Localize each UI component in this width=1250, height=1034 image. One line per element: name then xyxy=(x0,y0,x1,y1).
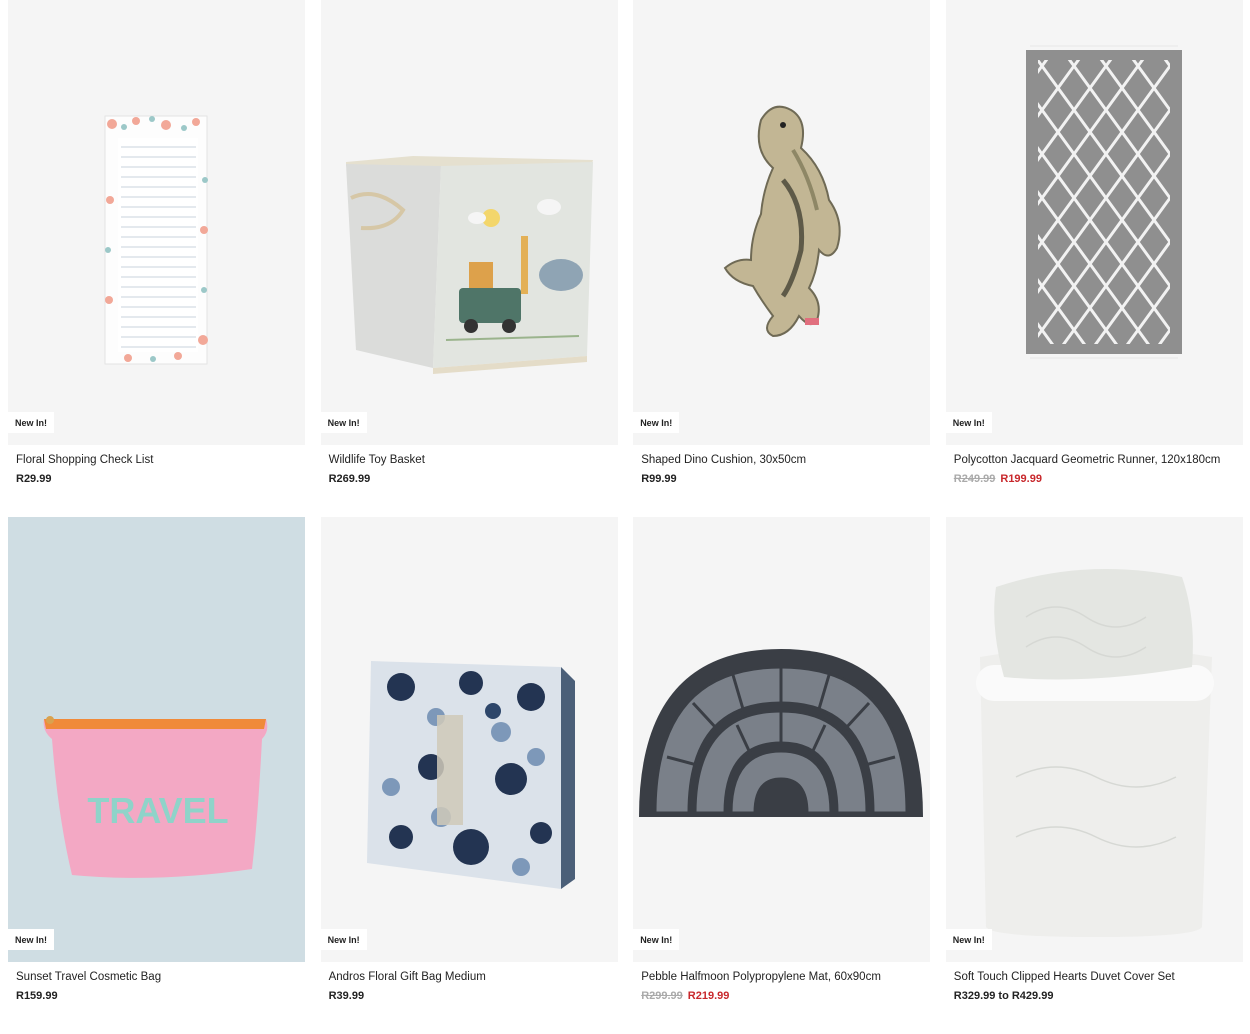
product-name[interactable]: Polycotton Jacquard Geometric Runner, 12… xyxy=(954,454,1235,467)
product-price: R39.99 xyxy=(328,990,365,1002)
product-image-area[interactable]: New In! xyxy=(8,0,305,445)
original-price: R299.99 xyxy=(641,990,683,1002)
duvet-set-image xyxy=(975,569,1214,937)
product-price: R99.99 xyxy=(641,473,677,485)
gift-bag-image xyxy=(366,661,575,889)
halfmoon-mat-image xyxy=(639,649,924,817)
new-in-badge: New In! xyxy=(8,929,55,950)
product-name[interactable]: Soft Touch Clipped Hearts Duvet Cover Se… xyxy=(954,971,1235,984)
product-name[interactable]: Andros Floral Gift Bag Medium xyxy=(329,971,610,984)
new-in-badge: New In! xyxy=(945,412,992,433)
product-card[interactable]: New In! Wildlife Toy Basket R269.99 xyxy=(320,0,618,492)
product-price: R249.99 R199.99 xyxy=(954,473,1235,486)
product-grid: New In! Floral Shopping Check List R29.9… xyxy=(8,0,1243,1009)
dino-cushion-image xyxy=(723,105,841,338)
product-card[interactable]: New In! Shaped Dino Cushion, 30x50cm R99… xyxy=(633,0,931,492)
product-image-area[interactable]: New In! xyxy=(633,0,931,445)
product-image-area[interactable]: New In! xyxy=(945,517,1243,962)
product-image-area[interactable]: New In! xyxy=(320,0,618,445)
new-in-badge: New In! xyxy=(633,929,680,950)
product-image-area[interactable]: New In! xyxy=(320,517,618,962)
original-price: R249.99 xyxy=(953,473,996,485)
product-image-area[interactable]: New In! xyxy=(633,517,931,962)
product-name[interactable]: Pebble Halfmoon Polypropylene Mat, 60x90… xyxy=(641,971,922,984)
product-price: R269.99 xyxy=(328,473,371,485)
product-card[interactable]: New In! Polycotton Jacquard Geometric Ru… xyxy=(945,0,1243,492)
product-card[interactable]: New In! Pebble Halfmoon Polypropylene Ma… xyxy=(633,517,931,1009)
product-card[interactable]: TRAVEL New In! Sunset Travel Cosmetic Ba… xyxy=(8,517,305,1009)
new-in-badge: New In! xyxy=(633,412,680,433)
product-image-area[interactable]: New In! xyxy=(945,0,1243,445)
new-in-badge: New In! xyxy=(320,929,367,950)
travel-print: TRAVEL xyxy=(87,790,228,831)
product-name[interactable]: Sunset Travel Cosmetic Bag xyxy=(16,971,297,984)
product-card[interactable]: New In! Soft Touch Clipped Hearts Duvet … xyxy=(945,517,1243,1009)
cosmetic-bag-image: TRAVEL xyxy=(43,716,268,878)
floral-checklist-image xyxy=(104,115,208,365)
product-name[interactable]: Wildlife Toy Basket xyxy=(329,454,610,467)
new-in-badge: New In! xyxy=(8,412,55,433)
product-card[interactable]: New In! Floral Shopping Check List R29.9… xyxy=(8,0,305,492)
product-card[interactable]: New In! Andros Floral Gift Bag Medium R3… xyxy=(320,517,618,1009)
new-in-badge: New In! xyxy=(945,929,992,950)
product-price: R299.99 R219.99 xyxy=(641,990,922,1003)
sale-price: R219.99 xyxy=(687,990,730,1002)
product-price: R29.99 xyxy=(16,473,52,485)
geometric-runner-image xyxy=(1025,45,1182,359)
new-in-badge: New In! xyxy=(320,412,367,433)
toy-basket-image xyxy=(345,156,593,374)
product-image-area[interactable]: TRAVEL New In! xyxy=(8,517,305,962)
sale-price: R199.99 xyxy=(1000,473,1042,485)
product-name[interactable]: Floral Shopping Check List xyxy=(16,454,297,467)
product-price: R329.99 to R429.99 xyxy=(953,990,1054,1002)
product-price: R159.99 xyxy=(16,990,58,1002)
product-name[interactable]: Shaped Dino Cushion, 30x50cm xyxy=(641,454,922,467)
